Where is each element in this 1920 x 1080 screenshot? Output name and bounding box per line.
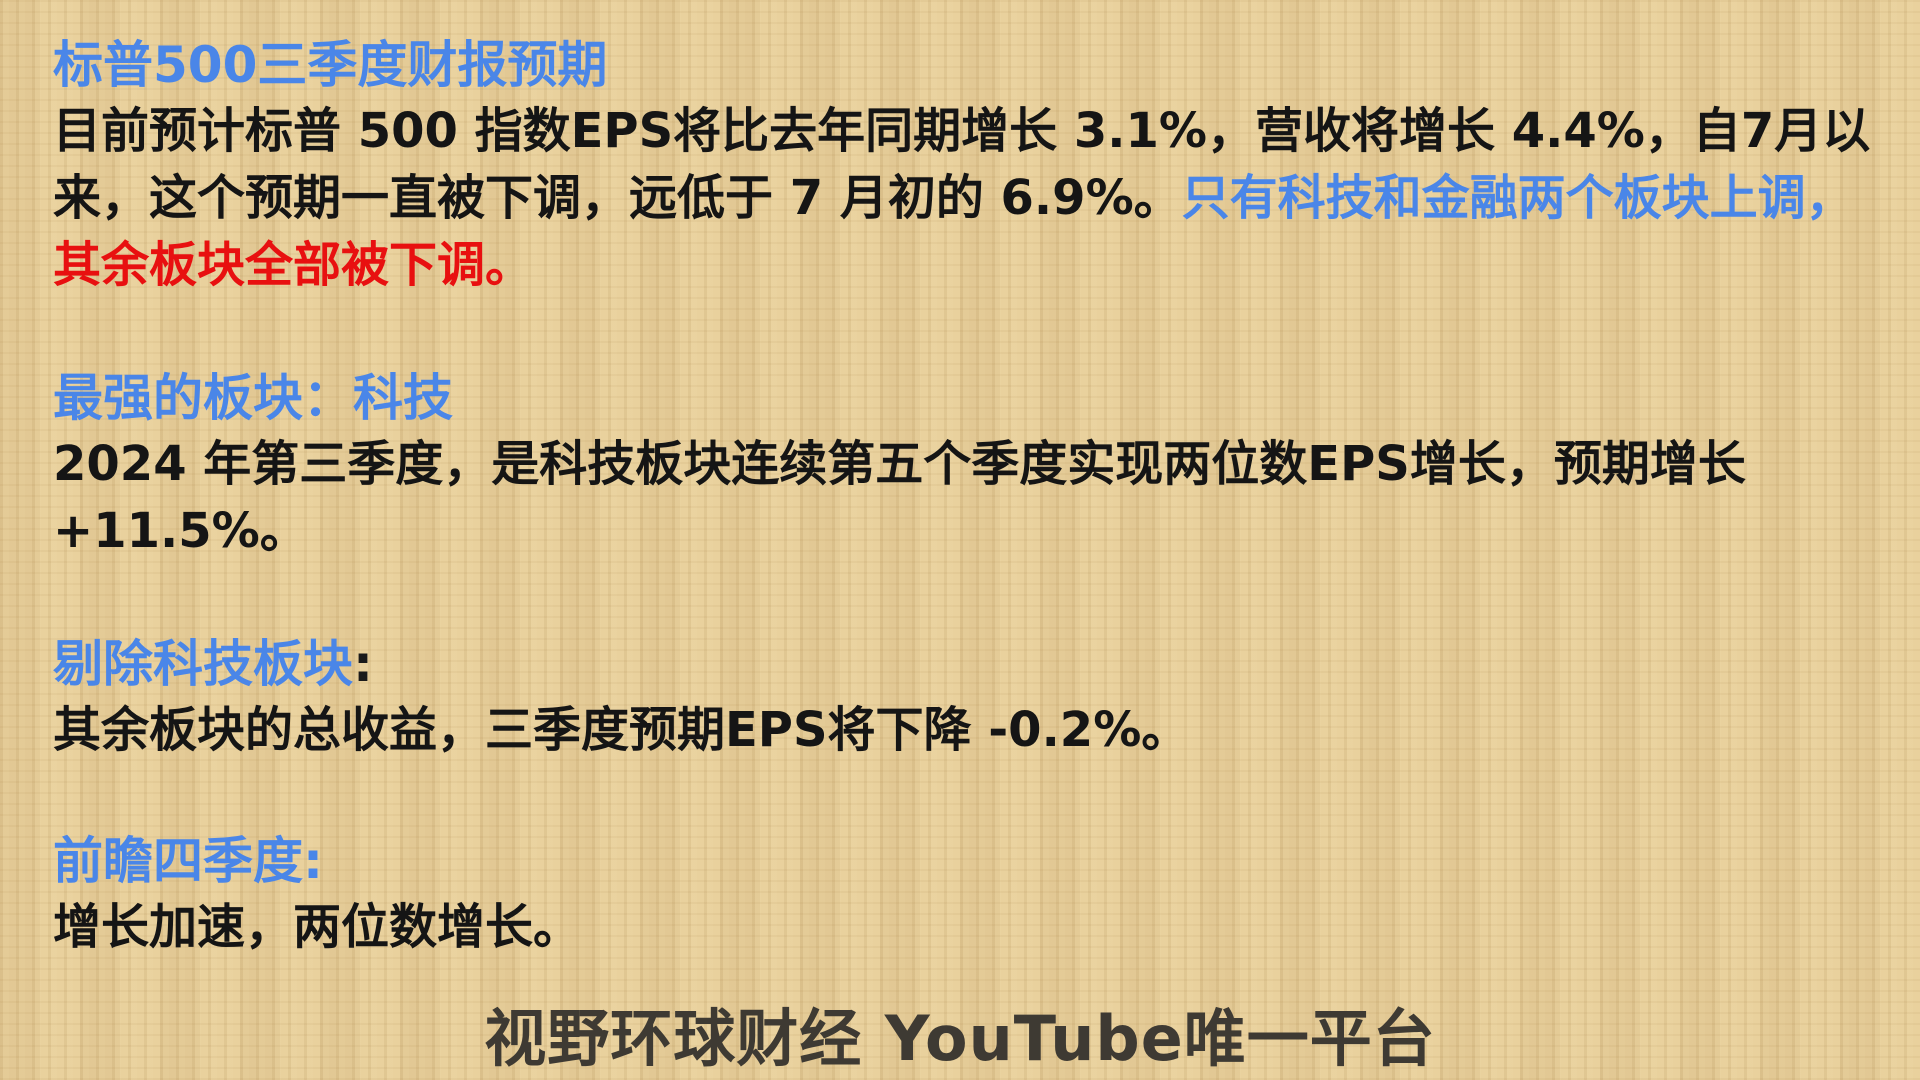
- section-sp500-outlook: 标普500三季度财报预期 目前预计标普 500 指数EPS将比去年同期增长 3.…: [53, 32, 1873, 299]
- section-paragraph: 目前预计标普 500 指数EPS将比去年同期增长 3.1%，营收将增长 4.4%…: [53, 98, 1873, 299]
- article-content: 标普500三季度财报预期 目前预计标普 500 指数EPS将比去年同期增长 3.…: [53, 32, 1873, 961]
- highlight-blue-text: 只有科技和金融两个板块上调，: [1181, 170, 1854, 226]
- section-heading: 前瞻四季度:: [53, 832, 323, 890]
- highlight-red-text: 其余板块全部被下调。: [53, 237, 534, 293]
- section-heading: 剔除科技板块:: [53, 631, 1873, 697]
- section-paragraph: 2024 年第三季度，是科技板块连续第五个季度实现两位数EPS增长，预期增长 +…: [53, 436, 1746, 559]
- section-heading: 最强的板块：科技: [53, 369, 453, 427]
- heading-colon: :: [353, 635, 373, 693]
- section-heading: 标普500三季度财报预期: [53, 36, 608, 94]
- section-strongest-sector: 最强的板块：科技 2024 年第三季度，是科技板块连续第五个季度实现两位数EPS…: [53, 365, 1873, 565]
- footer-watermark: 视野环球财经 YouTube唯一平台: [484, 1002, 1436, 1075]
- section-excluding-tech: 剔除科技板块: 其余板块的总收益，三季度预期EPS将下降 -0.2%。: [53, 631, 1873, 764]
- section-q4-outlook: 前瞻四季度: 增长加速，两位数增长。: [53, 828, 1873, 961]
- section-paragraph: 其余板块的总收益，三季度预期EPS将下降 -0.2%。: [53, 702, 1190, 758]
- section-paragraph: 增长加速，两位数增长。: [53, 899, 582, 955]
- heading-text: 剔除科技板块: [53, 635, 353, 693]
